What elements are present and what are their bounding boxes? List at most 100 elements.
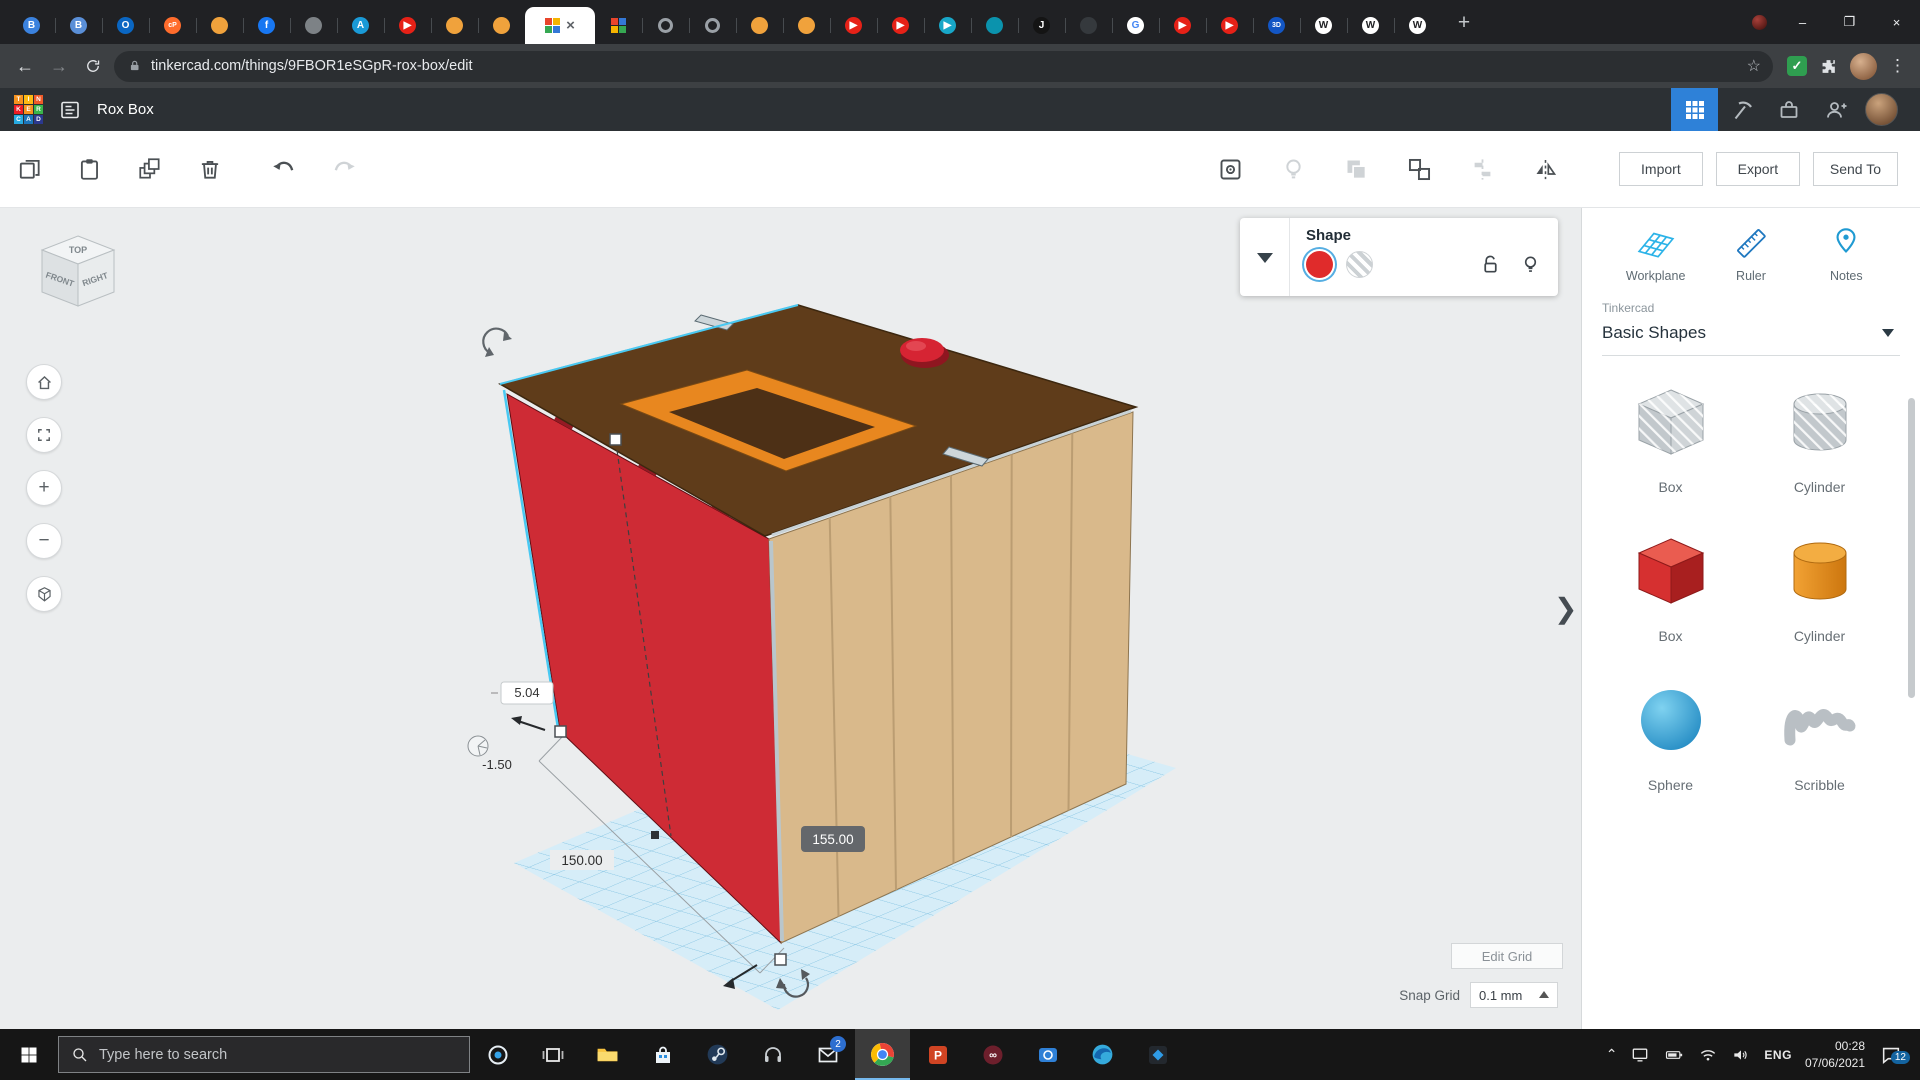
browser-tab[interactable] — [783, 7, 830, 44]
taskbar-app-infinity-app[interactable]: ∞ — [965, 1029, 1020, 1080]
shape-tile[interactable]: Cylinder — [1749, 380, 1890, 495]
site-lock-icon[interactable] — [128, 59, 142, 73]
transparent-swatch[interactable] — [1346, 251, 1373, 278]
browser-menu-icon[interactable]: ⋮ — [1889, 56, 1906, 76]
design-menu-icon[interactable] — [59, 99, 81, 121]
browser-tab[interactable] — [290, 7, 337, 44]
language-indicator[interactable]: ENG — [1764, 1048, 1792, 1062]
taskbar-app-video-app[interactable] — [1020, 1029, 1075, 1080]
export-button[interactable]: Export — [1716, 152, 1800, 186]
browser-tab[interactable] — [642, 7, 689, 44]
browser-tab[interactable] — [595, 7, 642, 44]
browser-profile-avatar[interactable] — [1850, 53, 1877, 80]
zoom-out-button[interactable]: − — [26, 523, 62, 559]
browser-tab[interactable]: cP — [149, 7, 196, 44]
taskbar-app-steam[interactable] — [690, 1029, 745, 1080]
browser-tab[interactable]: f — [243, 7, 290, 44]
minecraft-tools-button[interactable] — [1718, 88, 1765, 131]
taskbar-app-task-view[interactable] — [525, 1029, 580, 1080]
browser-tab[interactable]: G — [1112, 7, 1159, 44]
design-canvas[interactable]: 5.04 -1.50 150.00 155.00 — [0, 208, 1582, 1029]
move-arrow[interactable] — [511, 716, 545, 730]
browser-tab[interactable]: ▶ — [924, 7, 971, 44]
shape-tile[interactable]: Cylinder — [1749, 529, 1890, 644]
shape-tile[interactable]: Box — [1600, 529, 1741, 644]
browser-tab[interactable]: J — [1018, 7, 1065, 44]
panel-scrollbar[interactable] — [1908, 398, 1915, 698]
taskbar-app-mail[interactable]: 2 — [800, 1029, 855, 1080]
browser-tab[interactable]: W — [1300, 7, 1347, 44]
browser-tab[interactable]: W — [1394, 7, 1441, 44]
window-close-button[interactable]: × — [1873, 0, 1920, 44]
tray-monitor-icon[interactable] — [1630, 1045, 1650, 1065]
align-button[interactable] — [1466, 153, 1498, 185]
browser-tab[interactable] — [736, 7, 783, 44]
mid-scale-handle[interactable] — [651, 831, 659, 839]
action-center-button[interactable]: 12 — [1878, 1044, 1910, 1066]
ruler-tool[interactable]: Ruler — [1703, 224, 1798, 283]
ungroup-button[interactable] — [1403, 153, 1435, 185]
extension-check-icon[interactable]: ✓ — [1787, 56, 1807, 76]
url-text[interactable]: tinkercad.com/things/9FBOR1eSGpR-rox-box… — [151, 58, 1730, 74]
rotate-handle[interactable] — [483, 329, 512, 357]
snap-grid-select[interactable]: 0.1 mm — [1470, 982, 1558, 1008]
shape-tile[interactable]: Sphere — [1600, 678, 1741, 793]
invite-people-button[interactable] — [1812, 88, 1859, 131]
search-input[interactable] — [99, 1047, 457, 1063]
shape-tile[interactable]: Scribble — [1749, 678, 1890, 793]
refresh-button[interactable] — [76, 49, 110, 83]
start-button[interactable] — [0, 1029, 58, 1080]
user-avatar[interactable] — [1865, 93, 1898, 126]
zoom-in-button[interactable]: + — [26, 470, 62, 506]
group-button[interactable] — [1340, 153, 1372, 185]
browser-tab-active[interactable]: × — [525, 7, 595, 44]
shape-tile[interactable]: Box — [1600, 380, 1741, 495]
shop-button[interactable] — [1765, 88, 1812, 131]
undo-button[interactable] — [268, 153, 300, 185]
taskbar-app-diamond-app[interactable] — [1130, 1029, 1185, 1080]
redo-button[interactable] — [328, 153, 360, 185]
perspective-toggle-button[interactable] — [26, 576, 62, 612]
notes-tool[interactable]: Notes — [1799, 224, 1894, 283]
copy-button[interactable] — [14, 153, 46, 185]
taskbar-app-chrome[interactable] — [855, 1029, 910, 1080]
browser-profile-sphere-icon[interactable] — [1752, 15, 1767, 30]
browser-tab[interactable]: B — [8, 7, 55, 44]
dashboard-grid-button[interactable] — [1671, 88, 1718, 131]
browser-tab[interactable] — [478, 7, 525, 44]
bookmark-star-icon[interactable]: ☆ — [1739, 56, 1769, 76]
import-button[interactable]: Import — [1619, 152, 1703, 186]
tray-battery-icon[interactable] — [1663, 1045, 1685, 1065]
light-bulb-button[interactable] — [1277, 153, 1309, 185]
tab-close-icon[interactable]: × — [566, 17, 575, 34]
inspector-collapse-button[interactable] — [1240, 218, 1290, 296]
tray-volume-icon[interactable] — [1731, 1045, 1751, 1065]
taskbar-app-cortana[interactable] — [470, 1029, 525, 1080]
lock-open-icon[interactable] — [1479, 253, 1502, 276]
window-maximize-button[interactable]: ❐ — [1826, 0, 1873, 44]
shape-library-dropdown[interactable]: Basic Shapes — [1602, 315, 1900, 356]
taskbar-app-headset[interactable] — [745, 1029, 800, 1080]
browser-tab[interactable]: B — [55, 7, 102, 44]
mirror-button[interactable] — [1529, 153, 1561, 185]
browser-tab[interactable]: A — [337, 7, 384, 44]
taskbar-clock[interactable]: 00:28 07/06/2021 — [1805, 1038, 1865, 1072]
browser-tab[interactable]: 3D — [1253, 7, 1300, 44]
light-bulb-icon[interactable] — [1519, 253, 1542, 276]
tinkercad-logo[interactable]: TINKERCAD — [14, 95, 43, 124]
url-omnibox[interactable]: tinkercad.com/things/9FBOR1eSGpR-rox-box… — [114, 51, 1773, 82]
browser-tab[interactable]: ▶ — [830, 7, 877, 44]
new-tab-button[interactable]: + — [1447, 6, 1481, 40]
taskbar-app-powerpoint[interactable]: P — [910, 1029, 965, 1080]
tray-wifi-icon[interactable] — [1698, 1045, 1718, 1065]
browser-tab[interactable] — [971, 7, 1018, 44]
taskbar-search[interactable] — [58, 1036, 470, 1073]
paste-button[interactable] — [74, 153, 106, 185]
home-view-button[interactable] — [26, 364, 62, 400]
browser-tab[interactable] — [1065, 7, 1112, 44]
workplane-tool[interactable]: Workplane — [1608, 224, 1703, 283]
browser-tab[interactable]: ▶ — [384, 7, 431, 44]
view-cube[interactable]: TOP FRONT RIGHT — [28, 230, 128, 321]
taskbar-app-edge[interactable] — [1075, 1029, 1130, 1080]
taskbar-app-file-explorer[interactable] — [580, 1029, 635, 1080]
